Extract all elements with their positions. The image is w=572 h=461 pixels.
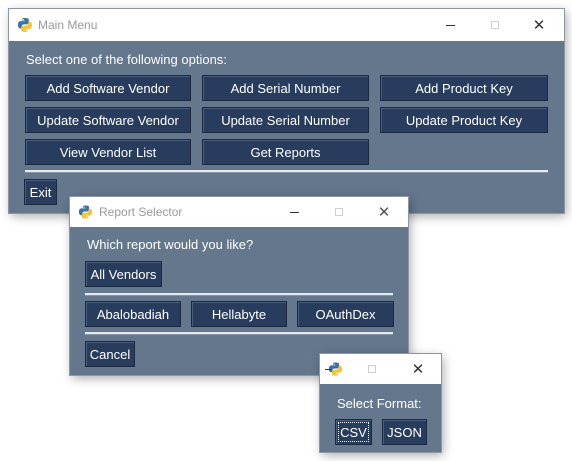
vendor-hellabyte-button[interactable]: Hellabyte <box>191 301 287 327</box>
report-selector-close-button[interactable]: ✕ <box>368 197 400 227</box>
report-selector-separator-bottom <box>85 332 393 335</box>
main-menu-prompt: Select one of the following options: <box>26 52 227 67</box>
close-icon: ✕ <box>532 16 546 34</box>
main-menu-close-button[interactable]: ✕ <box>523 9 555 41</box>
format-selector-maximize-button[interactable] <box>358 354 386 384</box>
main-menu-separator <box>25 170 548 173</box>
get-reports-button[interactable]: Get Reports <box>202 139 369 165</box>
format-selector-window: ✕ Select Format: CSV JSON <box>320 354 441 452</box>
format-selector-titlebar[interactable]: ✕ <box>320 354 441 384</box>
vendor-abalobadiah-button[interactable]: Abalobadiah <box>85 301 181 327</box>
report-selector-minimize-button[interactable] <box>278 197 310 227</box>
minimize-icon <box>289 211 299 213</box>
python-logo-icon <box>18 18 32 32</box>
main-menu-title: Main Menu <box>38 18 98 32</box>
report-selector-window: Report Selector ✕ Which report would you… <box>70 197 408 375</box>
update-software-vendor-button[interactable]: Update Software Vendor <box>25 107 191 133</box>
add-product-key-button[interactable]: Add Product Key <box>380 75 548 101</box>
format-selector-close-button[interactable]: ✕ <box>402 354 434 384</box>
csv-button[interactable]: CSV <box>335 419 372 445</box>
main-menu-window: Main Menu ✕ Select one of the following … <box>9 9 564 213</box>
python-logo-icon <box>78 205 93 219</box>
report-selector-maximize-button[interactable] <box>323 197 355 227</box>
report-selector-titlebar[interactable]: Report Selector ✕ <box>70 197 408 227</box>
maximize-icon <box>491 21 499 29</box>
maximize-icon <box>335 208 343 216</box>
exit-button[interactable]: Exit <box>24 179 57 205</box>
vendor-oauthdex-button[interactable]: OAuthDex <box>297 301 394 327</box>
format-selector-prompt: Select Format: <box>337 396 422 411</box>
minimize-icon <box>445 24 455 26</box>
report-selector-prompt: Which report would you like? <box>87 237 254 252</box>
add-software-vendor-button[interactable]: Add Software Vendor <box>25 75 191 101</box>
add-serial-number-button[interactable]: Add Serial Number <box>202 75 369 101</box>
all-vendors-button[interactable]: All Vendors <box>85 261 162 287</box>
main-menu-minimize-button[interactable] <box>434 9 466 41</box>
report-selector-separator-top <box>85 293 393 296</box>
close-icon: ✕ <box>377 203 391 221</box>
main-menu-maximize-button[interactable] <box>479 9 511 41</box>
cancel-button[interactable]: Cancel <box>85 341 135 367</box>
close-icon: ✕ <box>411 360 425 378</box>
update-serial-number-button[interactable]: Update Serial Number <box>202 107 369 133</box>
main-menu-titlebar[interactable]: Main Menu ✕ <box>9 9 564 41</box>
json-button[interactable]: JSON <box>382 419 427 445</box>
format-selector-minimize-button[interactable] <box>320 354 336 384</box>
update-product-key-button[interactable]: Update Product Key <box>380 107 548 133</box>
report-selector-title: Report Selector <box>99 205 183 219</box>
maximize-icon <box>368 365 376 373</box>
view-vendor-list-button[interactable]: View Vendor List <box>25 139 191 165</box>
minimize-icon <box>325 368 331 370</box>
